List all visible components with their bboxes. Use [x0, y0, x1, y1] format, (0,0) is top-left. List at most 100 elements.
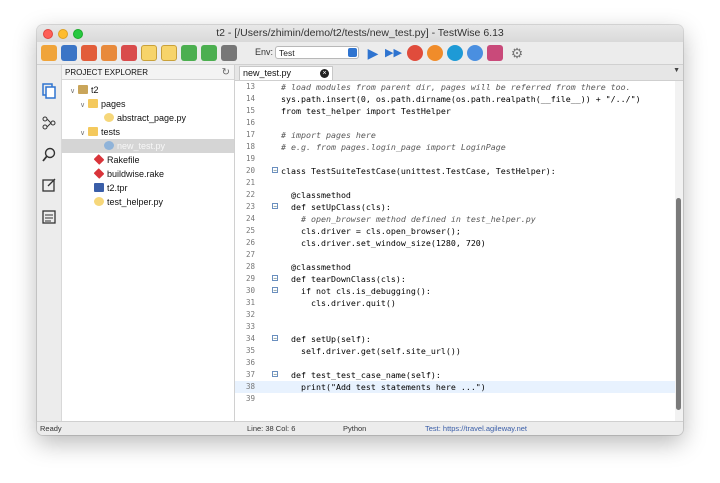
tree-item-abstract-page[interactable]: abstract_page.py [62, 111, 234, 125]
refresh-icon[interactable] [181, 45, 197, 61]
tree-item-buildwise-rake[interactable]: buildwise.rake [62, 167, 234, 181]
tree-item-label: pages [101, 99, 126, 109]
code-area[interactable]: 13 # load modules from parent dir, pages … [235, 81, 675, 421]
env-select-value: Test [279, 48, 295, 58]
language-mode: Python [343, 424, 367, 433]
fold-icon[interactable]: − [272, 275, 278, 282]
run-icon[interactable]: ▶ [365, 45, 381, 61]
fold-icon[interactable]: − [272, 287, 278, 294]
code-line: 29− def tearDownClass(cls): [245, 274, 406, 284]
project-explorer: PROJECT EXPLORER ↻ ∨ t2 ∨ pages abstract_p… [62, 65, 235, 421]
tree-item-label: abstract_page.py [117, 113, 187, 123]
status-text: Ready [40, 424, 62, 433]
tree-item-tests[interactable]: ∨ tests [62, 125, 234, 139]
new-file-icon[interactable] [41, 45, 57, 61]
note-icon[interactable] [41, 177, 57, 193]
search-icon[interactable] [41, 147, 57, 163]
code-line: 16 [245, 118, 255, 127]
tree-item-t2[interactable]: ∨ t2 [62, 83, 234, 97]
tree-item-label: tests [101, 127, 121, 137]
title-bar: t2 - [/Users/zhimin/demo/t2/tests/new_te… [37, 25, 683, 42]
check-icon[interactable] [201, 45, 217, 61]
settings-icon[interactable]: ⚙ [509, 45, 525, 61]
code-line: 30− if not cls.is_debugging(): [245, 286, 431, 296]
tab-label: new_test.py [243, 68, 292, 78]
tree-item-label: t2 [91, 85, 99, 95]
project-file-icon [94, 183, 104, 192]
code-line: 14 sys.path.insert(0, os.path.dirname(os.… [245, 94, 641, 104]
edge-icon[interactable] [447, 45, 463, 61]
copy-icon[interactable] [141, 45, 157, 61]
tree-item-pages[interactable]: ∨ pages [62, 97, 234, 111]
environment-url[interactable]: Test: https://travel.agileway.net [425, 422, 527, 435]
code-line: 37− def test_test_case_name(self): [245, 370, 441, 380]
book-icon[interactable] [487, 45, 503, 61]
redo-icon[interactable] [101, 45, 117, 61]
outline-icon[interactable] [221, 45, 237, 61]
cursor-position: Line: 38 Col: 6 [247, 424, 296, 433]
fold-icon[interactable]: − [272, 371, 278, 378]
scrollbar-thumb[interactable] [676, 198, 681, 410]
python-file-icon [104, 113, 114, 122]
test-file-icon [104, 141, 114, 150]
toolbar: Env: Test ▶ ▶▶ ⚙ [37, 42, 683, 65]
code-line: 27 [245, 250, 255, 259]
code-line: 25 cls.driver = cls.open_browser(); [245, 226, 461, 236]
code-line-current: 38 print("Add test statements here ...") [235, 381, 675, 393]
fold-icon[interactable]: − [272, 167, 278, 174]
list-icon[interactable] [41, 209, 57, 225]
code-line: 13 # load modules from parent dir, pages … [245, 82, 631, 92]
safari-icon[interactable] [467, 45, 483, 61]
code-line: 20− class TestSuiteTestCase(unittest.Test… [245, 166, 556, 176]
tree-item-label: Rakefile [107, 155, 140, 165]
tree-item-t2-tpr[interactable]: t2.tpr [62, 181, 234, 195]
firefox-icon[interactable] [427, 45, 443, 61]
app-window: t2 - [/Users/zhimin/demo/t2/tests/new_te… [37, 25, 683, 435]
close-icon[interactable]: × [320, 69, 329, 78]
code-line: 21 [245, 178, 255, 187]
refresh-icon[interactable]: ↻ [222, 65, 230, 80]
tree-item-label: test_helper.py [107, 197, 164, 207]
env-label: Env: [255, 47, 274, 57]
folder-icon [88, 99, 98, 108]
code-editor: new_test.py × ▼ 13 # load modules from pa… [235, 65, 683, 421]
code-line: 19 [245, 154, 255, 163]
code-line: 23− def setUpClass(cls): [245, 202, 391, 212]
tab-new-test[interactable]: new_test.py × [239, 66, 333, 80]
python-file-icon [94, 197, 104, 206]
run-all-icon[interactable]: ▶▶ [385, 45, 402, 61]
code-line: 31 cls.driver.quit() [245, 298, 396, 308]
paste-icon[interactable] [161, 45, 177, 61]
code-line: 36 [245, 358, 255, 367]
fold-icon[interactable]: − [272, 203, 278, 210]
code-line: 39 [245, 394, 255, 403]
fold-icon[interactable]: − [272, 335, 278, 342]
tree-item-new-test[interactable]: new_test.py [62, 139, 234, 153]
code-line: 34− def setUp(self): [245, 334, 371, 344]
env-select[interactable]: Test [275, 46, 359, 59]
code-line: 35 self.driver.get(self.site_url()) [245, 346, 461, 356]
editor-tab-bar: new_test.py × ▼ [235, 65, 683, 81]
folder-icon [88, 127, 98, 136]
undo-icon[interactable] [81, 45, 97, 61]
code-line: 28 @classmethod [245, 262, 351, 272]
activity-bar [37, 65, 62, 421]
tree-item-rakefile[interactable]: Rakefile [62, 153, 234, 167]
save-icon[interactable] [61, 45, 77, 61]
window-title: t2 - [/Users/zhimin/demo/t2/tests/new_te… [216, 27, 504, 39]
ruby-icon [93, 154, 105, 165]
explorer-header: PROJECT EXPLORER ↻ [62, 65, 234, 80]
tree-item-label: t2.tpr [107, 183, 128, 193]
tab-menu-icon[interactable]: ▼ [673, 67, 680, 74]
code-line: 26 cls.driver.set_window_size(1280, 720) [245, 238, 486, 248]
tree-item-test-helper[interactable]: test_helper.py [62, 195, 234, 209]
status-bar: Ready Line: 38 Col: 6 Python Test: https… [37, 421, 683, 435]
code-line: 17 # import pages here [245, 130, 376, 140]
chrome-icon[interactable] [407, 45, 423, 61]
files-icon[interactable] [41, 83, 57, 99]
graph-icon[interactable] [41, 115, 57, 131]
ruby-icon [93, 168, 105, 179]
editor-scrollbar[interactable] [675, 81, 683, 421]
cut-icon[interactable] [121, 45, 137, 61]
tree-item-label: buildwise.rake [107, 169, 165, 179]
